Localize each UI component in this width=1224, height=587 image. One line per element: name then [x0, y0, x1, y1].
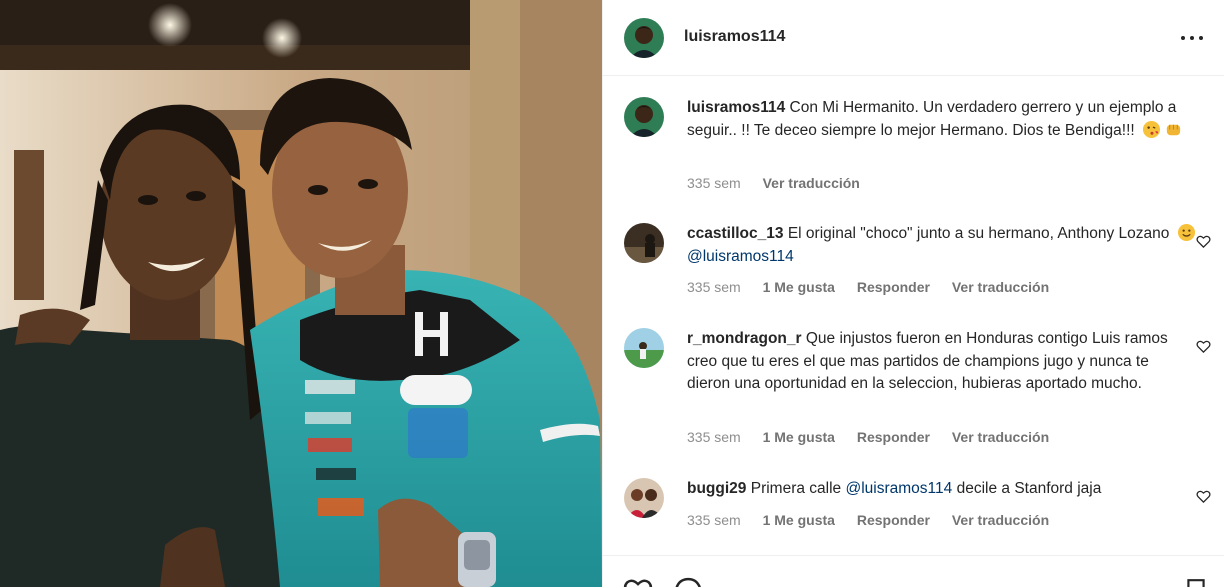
heart-icon[interactable] [1196, 234, 1211, 249]
avatar-image [624, 223, 664, 263]
like-count[interactable]: 1 Me gusta [763, 429, 835, 445]
more-dot [1181, 36, 1185, 40]
comment-body: El original "choco" junto a su hermano, … [787, 225, 1170, 242]
avatar[interactable] [624, 478, 664, 518]
more-dot [1190, 36, 1194, 40]
avatar-image [624, 97, 664, 137]
translate-link[interactable]: Ver traducción [952, 429, 1049, 445]
post-photo-image [0, 0, 602, 587]
post-details-panel: luisramos114 luisramos114 Con Mi Hermani… [602, 0, 1224, 587]
more-dot [1199, 36, 1203, 40]
caption-username[interactable]: luisramos114 [687, 99, 785, 116]
reply-button[interactable]: Responder [857, 279, 930, 295]
comment-mention[interactable]: @luisramos114 [687, 248, 794, 265]
comment-username[interactable]: ccastilloc_13 [687, 225, 784, 242]
fist-bump-emoji [1166, 124, 1181, 135]
caption-text: luisramos114 Con Mi Hermanito. Un verdad… [687, 97, 1197, 142]
comment-meta: 335 sem 1 Me gusta Responder Ver traducc… [687, 512, 1067, 528]
comment-mention[interactable]: @luisramos114 [846, 480, 953, 497]
post-username[interactable]: luisramos114 [684, 28, 785, 46]
smile-face-emoji [1177, 223, 1195, 242]
comment-meta: 335 sem 1 Me gusta Responder Ver traducc… [687, 429, 1067, 445]
bookmark-icon[interactable] [1183, 576, 1209, 587]
comment-meta: 335 sem 1 Me gusta Responder Ver traducc… [687, 279, 1067, 295]
comment-text: ccastilloc_13 El original "choco" junto … [687, 223, 1197, 268]
reply-button[interactable]: Responder [857, 429, 930, 445]
heart-icon[interactable] [623, 576, 653, 587]
like-count[interactable]: 1 Me gusta [763, 512, 835, 528]
reply-button[interactable]: Responder [857, 512, 930, 528]
comment-icon[interactable] [673, 576, 703, 587]
heart-icon[interactable] [1196, 339, 1211, 354]
translate-link[interactable]: Ver traducción [763, 175, 860, 191]
comment-time[interactable]: 335 sem [687, 429, 741, 445]
translate-link[interactable]: Ver traducción [952, 279, 1049, 295]
heart-icon[interactable] [1196, 489, 1211, 504]
kiss-face-emoji [1142, 120, 1161, 138]
comment-body-tail: decile a Stanford jaja [956, 480, 1102, 497]
post-header: luisramos114 [603, 0, 1224, 76]
comment-text: r_mondragon_r Que injustos fueron en Hon… [687, 328, 1187, 396]
translate-link[interactable]: Ver traducción [952, 512, 1049, 528]
avatar-image [624, 18, 664, 58]
avatar[interactable] [624, 18, 664, 58]
comment-time[interactable]: 335 sem [687, 512, 741, 528]
avatar[interactable] [624, 97, 664, 137]
like-count[interactable]: 1 Me gusta [763, 279, 835, 295]
comment-text: buggi29 Primera calle @luisramos114 deci… [687, 478, 1197, 501]
comment-time[interactable]: 335 sem [687, 175, 741, 191]
more-options-icon[interactable] [1177, 27, 1207, 49]
post-action-bar [603, 555, 1224, 587]
avatar-image [624, 478, 664, 518]
comment-username[interactable]: r_mondragon_r [687, 330, 802, 347]
comment-username[interactable]: buggi29 [687, 480, 746, 497]
avatar-image [624, 328, 664, 368]
avatar[interactable] [624, 328, 664, 368]
caption-meta: 335 sem Ver traducción [687, 175, 878, 191]
avatar[interactable] [624, 223, 664, 263]
comment-body: Primera calle [750, 480, 842, 497]
post-photo[interactable] [0, 0, 602, 587]
comment-time[interactable]: 335 sem [687, 279, 741, 295]
